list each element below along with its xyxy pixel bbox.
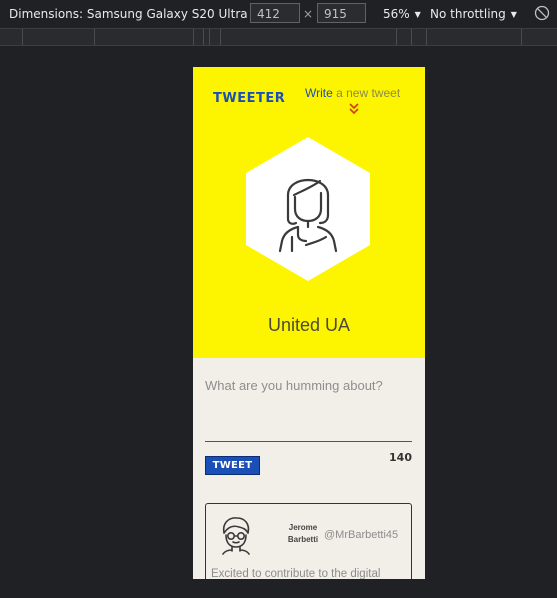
caret-down-icon: ▼ bbox=[510, 10, 517, 19]
emulated-page: TWEETER Write a new tweet United UA What… bbox=[193, 67, 425, 579]
compose-area bbox=[205, 378, 412, 442]
tweet-card: Jerome Barbetti @MrBarbetti45 Excited to… bbox=[205, 503, 412, 579]
device-toolbar: Dimensions: Samsung Galaxy S20 Ultra▼ 41… bbox=[0, 0, 557, 28]
tweet-text: Excited to contribute to the digital bbox=[211, 568, 381, 579]
write-new-tweet-link[interactable]: Write a new tweet bbox=[305, 86, 400, 100]
device-dimensions-label: Dimensions: Samsung Galaxy S20 Ultra bbox=[9, 7, 248, 21]
write-link-word: Write bbox=[305, 86, 333, 100]
width-input[interactable]: 412 bbox=[250, 3, 300, 23]
double-chevron-down-icon[interactable] bbox=[349, 103, 359, 115]
compose-divider bbox=[205, 441, 412, 442]
rotate-icon[interactable] bbox=[534, 5, 550, 21]
profile-location: United UA bbox=[267, 315, 351, 335]
throttling-label: No throttling bbox=[430, 7, 506, 21]
height-input[interactable]: 915 bbox=[317, 3, 366, 23]
zoom-dropdown[interactable]: 56% ▼ bbox=[383, 0, 421, 28]
tweet-textarea[interactable] bbox=[205, 378, 412, 442]
dimension-separator: × bbox=[303, 7, 314, 21]
character-counter: 140 bbox=[389, 451, 412, 464]
profile-avatar bbox=[246, 137, 370, 281]
tweet-author-handle: @MrBarbetti45 bbox=[324, 529, 399, 541]
throttling-dropdown[interactable]: No throttling ▼ bbox=[430, 0, 517, 28]
caret-down-icon: ▼ bbox=[414, 10, 421, 19]
tweet-button[interactable]: TWEET bbox=[205, 456, 260, 475]
media-query-ruler bbox=[0, 28, 557, 46]
tweeter-logo[interactable]: TWEETER bbox=[213, 91, 285, 106]
write-link-rest: a new tweet bbox=[332, 86, 401, 100]
device-dimensions-dropdown[interactable]: Dimensions: Samsung Galaxy S20 Ultra▼ bbox=[9, 0, 259, 28]
zoom-label: 56% bbox=[383, 7, 410, 21]
user-avatar-icon bbox=[222, 517, 250, 555]
profile-hero: TWEETER Write a new tweet United UA bbox=[193, 67, 425, 358]
